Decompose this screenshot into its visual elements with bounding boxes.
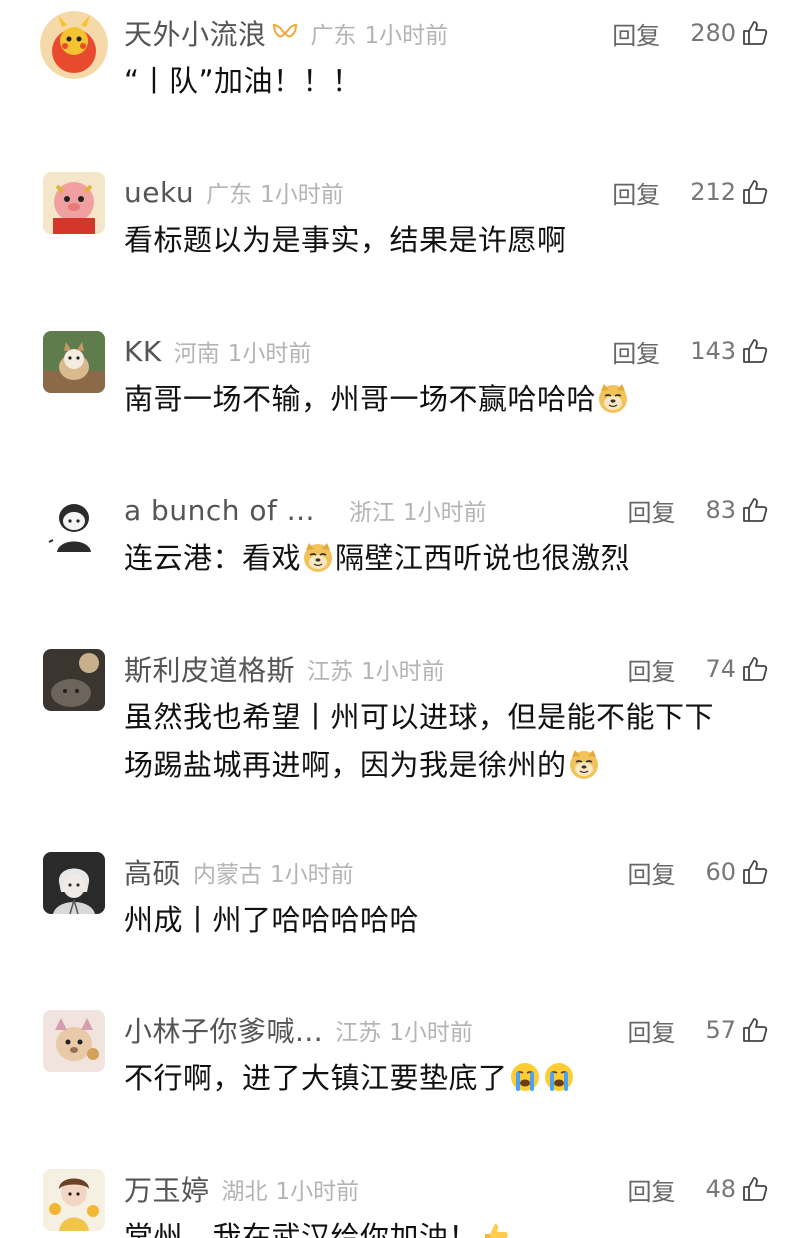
comment-item: a bunch of ... 浙江 1小时前 回复 83 连云港：看戏 隔壁江西听… xyxy=(0,490,812,590)
crying-emoji-icon xyxy=(509,1061,541,1093)
comment-text-line-2: 场踢盐城再进啊，因为我是徐州的 xyxy=(124,741,764,789)
reply-button[interactable]: 回复 xyxy=(612,175,660,210)
like-count: 48 xyxy=(705,1175,736,1203)
username[interactable]: ueku xyxy=(124,176,194,209)
timestamp: 1小时前 xyxy=(402,500,487,526)
username[interactable]: 小林子你爹喊... xyxy=(124,1010,323,1050)
timestamp: 1小时前 xyxy=(361,659,445,685)
like-count: 74 xyxy=(705,655,736,683)
username[interactable]: KK xyxy=(124,335,162,368)
like-count: 143 xyxy=(690,337,736,365)
thumbs-up-icon[interactable] xyxy=(742,656,768,682)
comment-item: ueku 广东 1小时前 回复 212 看标题以为是事实，结果是许愿啊 xyxy=(0,172,812,272)
thumbs-up-icon[interactable] xyxy=(742,179,768,205)
username[interactable]: 天外小流浪 xyxy=(124,13,267,53)
avatar[interactable] xyxy=(43,331,105,393)
comment-item: 小林子你爹喊... 江苏 1小时前 回复 57 不行啊，进了大镇江要垫底了 xyxy=(0,1010,812,1110)
reply-button[interactable]: 回复 xyxy=(627,493,675,528)
thumbs-up-icon[interactable] xyxy=(742,1017,768,1043)
timestamp: 1小时前 xyxy=(275,1179,360,1205)
location: 河南 xyxy=(173,341,220,367)
comment-text-segment: 隔壁江西听说也很激烈 xyxy=(335,541,631,575)
timestamp: 1小时前 xyxy=(227,341,312,367)
thumbs-up-icon[interactable] xyxy=(742,1176,768,1202)
avatar[interactable] xyxy=(43,649,105,711)
comment-text: 连云港：看戏 隔壁江西听说也很激烈 xyxy=(124,534,764,582)
comment-text-segment: “丨队”加油！！！ xyxy=(124,64,362,98)
doge-emoji-icon xyxy=(568,748,600,780)
comment-text: 南哥一场不输，州哥一场不赢哈哈哈 xyxy=(124,375,764,423)
like-count: 60 xyxy=(705,858,736,886)
location: 浙江 xyxy=(348,500,395,526)
comment-text-segment: 看标题以为是事实，结果是许愿啊 xyxy=(124,223,567,257)
username[interactable]: 高硕 xyxy=(124,852,181,892)
crying-emoji-icon xyxy=(543,1061,575,1093)
like-count: 57 xyxy=(705,1016,736,1044)
comment-text: 不行啊，进了大镇江要垫底了 xyxy=(124,1054,764,1102)
username[interactable]: a bunch of ... xyxy=(124,494,315,527)
thumbs-up-icon[interactable] xyxy=(742,20,768,46)
location: 内蒙古 xyxy=(193,862,263,888)
comment-text: 看标题以为是事实，结果是许愿啊 xyxy=(124,216,764,264)
avatar[interactable] xyxy=(43,1010,105,1072)
doge-emoji-icon xyxy=(597,382,629,414)
like-count: 280 xyxy=(690,19,736,47)
comment-text: “丨队”加油！！！ xyxy=(124,57,764,105)
thumbs-up-emoji-icon xyxy=(479,1220,511,1238)
comment-item: 天外小流浪 广东 1小时前 回复 280 “丨队”加油！！！ xyxy=(0,11,812,113)
reply-button[interactable]: 回复 xyxy=(627,1013,675,1048)
comment-text-segment: 场踢盐城再进啊，因为我是徐州的 xyxy=(124,748,567,782)
username[interactable]: 斯利皮道格斯 xyxy=(124,649,295,689)
doge-emoji-icon xyxy=(302,541,334,573)
avatar[interactable] xyxy=(43,172,105,234)
comment-text-segment: 南哥一场不输，州哥一场不赢哈哈哈 xyxy=(124,382,597,416)
vip-badge-icon xyxy=(271,22,299,44)
comment-text-segment: 常州，我在武汉给你加油！ xyxy=(124,1220,479,1238)
location: 广东 xyxy=(310,23,357,49)
location: 广东 xyxy=(206,182,253,208)
timestamp: 1小时前 xyxy=(260,182,344,208)
reply-button[interactable]: 回复 xyxy=(612,16,660,51)
reply-button[interactable]: 回复 xyxy=(627,855,675,890)
comment-text-segment: 连云港：看戏 xyxy=(124,541,302,575)
comment-item: 万玉婷 湖北 1小时前 回复 48 常州，我在武汉给你加油！ xyxy=(0,1169,812,1238)
reply-button[interactable]: 回复 xyxy=(612,334,660,369)
comment-item: 高硕 内蒙古 1小时前 回复 60 州成丨州了哈哈哈哈哈 xyxy=(0,852,812,952)
comment-text-segment: 不行啊，进了大镇江要垫底了 xyxy=(124,1061,508,1095)
avatar[interactable] xyxy=(40,11,108,79)
comment-list: 天外小流浪 广东 1小时前 回复 280 “丨队”加油！！！ ueku 广东 1… xyxy=(0,0,812,1238)
like-count: 212 xyxy=(690,178,736,206)
timestamp: 1小时前 xyxy=(270,862,354,888)
comment-text: 常州，我在武汉给你加油！ xyxy=(124,1213,764,1238)
avatar[interactable] xyxy=(43,852,105,914)
comment-text: 虽然我也希望丨州可以进球，但是能不能下下 场踢盐城再进啊，因为我是徐州的 xyxy=(124,693,764,789)
location: 江苏 xyxy=(307,659,354,685)
thumbs-up-icon[interactable] xyxy=(742,338,768,364)
thumbs-up-icon[interactable] xyxy=(742,497,768,523)
comment-item: 斯利皮道格斯 江苏 1小时前 回复 74 虽然我也希望丨州可以进球，但是能不能下… xyxy=(0,649,812,799)
location: 江苏 xyxy=(335,1020,382,1046)
comment-item: KK 河南 1小时前 回复 143 南哥一场不输，州哥一场不赢哈哈哈 xyxy=(0,331,812,431)
comment-text-segment: 州成丨州了哈哈哈哈哈 xyxy=(124,903,420,937)
reply-button[interactable]: 回复 xyxy=(627,1172,675,1207)
avatar[interactable] xyxy=(43,490,105,552)
avatar[interactable] xyxy=(43,1169,105,1231)
comment-text: 州成丨州了哈哈哈哈哈 xyxy=(124,896,764,944)
timestamp: 1小时前 xyxy=(364,23,449,49)
thumbs-up-icon[interactable] xyxy=(742,859,768,885)
username[interactable]: 万玉婷 xyxy=(124,1169,210,1209)
timestamp: 1小时前 xyxy=(389,1020,473,1046)
comment-text-line: 虽然我也希望丨州可以进球，但是能不能下下 xyxy=(124,700,715,734)
location: 湖北 xyxy=(221,1179,268,1205)
like-count: 83 xyxy=(705,496,736,524)
reply-button[interactable]: 回复 xyxy=(627,652,675,687)
